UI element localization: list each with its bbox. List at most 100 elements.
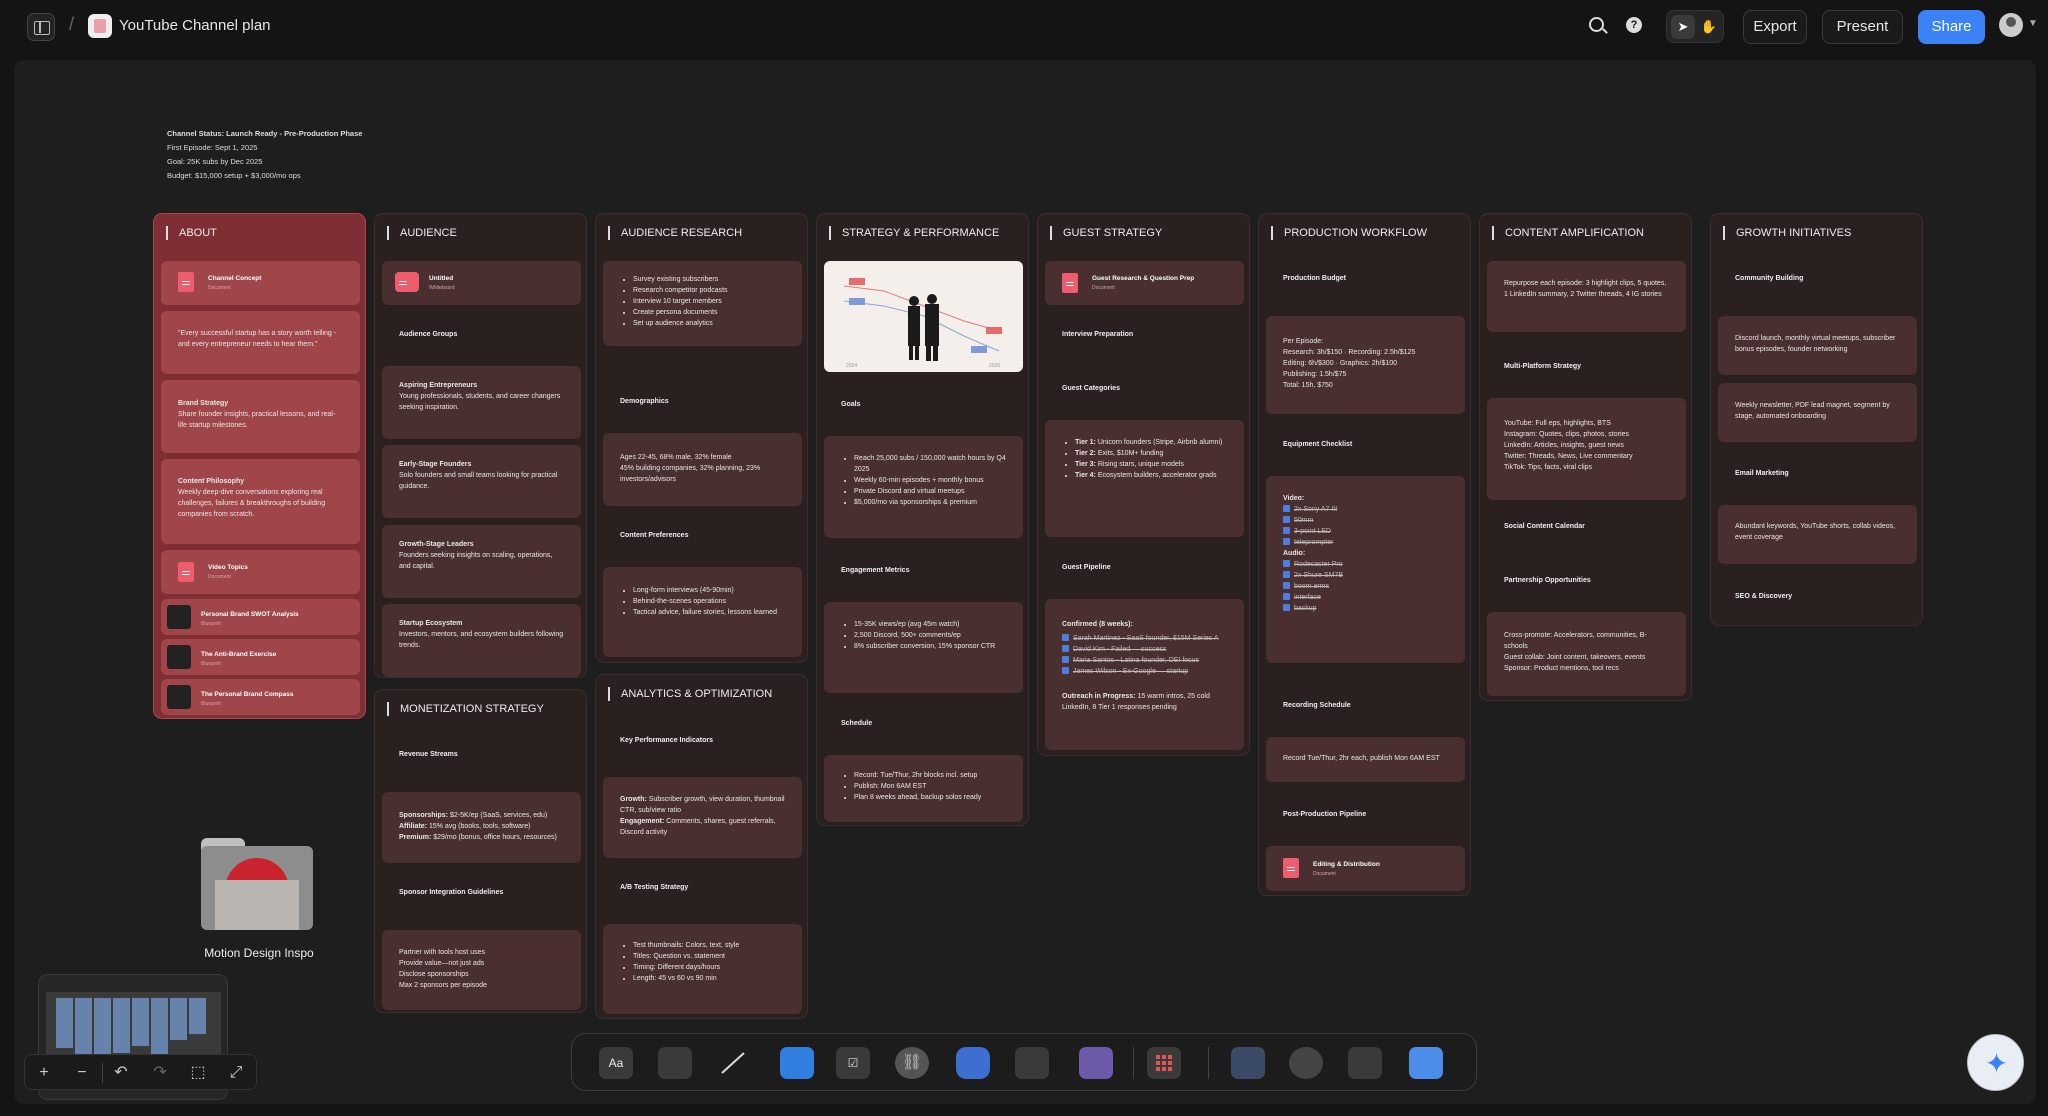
audience-group-card[interactable]: Startup Ecosystem Investors, mentors, an… <box>382 604 581 677</box>
section-heading[interactable]: Partnership Opportunities <box>1504 577 1591 584</box>
column-monetization[interactable]: MONETIZATION STRATEGY Revenue Streams Sp… <box>374 689 587 1013</box>
checkbox-checked[interactable] <box>1283 538 1290 545</box>
share-button[interactable]: Share <box>1918 10 1985 44</box>
redo-icon[interactable]: ↷ <box>150 1063 170 1083</box>
section-heading[interactable]: Content Preferences <box>620 532 688 539</box>
section-heading[interactable]: Guest Pipeline <box>1062 564 1111 571</box>
newsletter-card[interactable]: Weekly newsletter, PDF lead magnet, segm… <box>1718 383 1917 442</box>
section-heading[interactable]: Equipment Checklist <box>1283 441 1352 448</box>
column-strategy[interactable]: STRATEGY & PERFORMANCE 2024 2025 Goals R… <box>816 213 1029 826</box>
whiteboard-canvas[interactable]: Channel Status: Launch Ready - Pre-Produ… <box>14 60 2036 1104</box>
document-title[interactable]: YouTube Channel plan <box>119 17 271 34</box>
checkbox-checked[interactable] <box>1283 560 1290 567</box>
blueprint-card[interactable]: The Personal Brand Compass Blueprint <box>161 679 360 715</box>
column-guest-strategy[interactable]: GUEST STRATEGY Guest Research & Question… <box>1037 213 1250 756</box>
checkbox-checked[interactable] <box>1062 634 1069 641</box>
checklist-item[interactable]: Rodecaster Pro <box>1283 559 1448 570</box>
checklist-item[interactable]: teleprompter <box>1283 537 1448 548</box>
plus-icon[interactable]: + <box>34 1063 54 1083</box>
search-icon[interactable] <box>1589 17 1604 32</box>
email-card[interactable]: Abundant keywords, YouTube shorts, colla… <box>1718 505 1917 564</box>
section-heading[interactable]: Engagement Metrics <box>841 567 909 574</box>
column-production[interactable]: PRODUCTION WORKFLOW Production Budget Pe… <box>1258 213 1471 896</box>
checkbox-checked[interactable] <box>1062 656 1069 663</box>
file-tool-icon[interactable] <box>1348 1047 1382 1079</box>
minus-icon[interactable]: − <box>72 1063 92 1083</box>
section-heading[interactable]: A/B Testing Strategy <box>620 884 688 891</box>
folder-motion-design[interactable] <box>201 838 313 930</box>
section-heading[interactable]: Community Building <box>1735 275 1803 282</box>
partnerships-card[interactable]: Cross-promote: Accelerators, communities… <box>1487 612 1686 696</box>
section-heading[interactable]: Guest Categories <box>1062 385 1120 392</box>
checkbox-checked[interactable] <box>1283 527 1290 534</box>
line-tool-icon[interactable] <box>716 1047 750 1079</box>
ab-testing-card[interactable]: Test thumbnails: Colors, text, style Tit… <box>603 924 802 1014</box>
checkbox-checked[interactable] <box>1062 667 1069 674</box>
checklist-item[interactable]: 50mm <box>1283 515 1448 526</box>
equipment-checklist-card[interactable]: Video: 2x Sony A7 III 50mm 3-point LED t… <box>1266 476 1465 663</box>
checklist-item[interactable]: backup <box>1283 603 1448 614</box>
audience-group-card[interactable]: Aspiring Entrepreneurs Young professiona… <box>382 366 581 439</box>
repurpose-card[interactable]: Repurpose each episode: 3 highlight clip… <box>1487 261 1686 332</box>
shape-tool-icon[interactable] <box>1409 1047 1443 1079</box>
column-about[interactable]: ABOUT Channel Concept Document "Every su… <box>153 213 366 719</box>
doc-card-channel-concept[interactable]: Channel Concept Document <box>161 261 360 305</box>
checklist-item[interactable]: David Kim - Failed → success <box>1062 644 1227 655</box>
checklist-item[interactable]: 2x Shure SM7B <box>1283 570 1448 581</box>
section-heading[interactable]: Goals <box>841 401 860 408</box>
checkbox-checked[interactable] <box>1283 571 1290 578</box>
text-tool-icon[interactable]: Aa <box>599 1047 633 1079</box>
guest-pipeline-card[interactable]: Confirmed (8 weeks): Sarah Martinez - Sa… <box>1045 599 1244 750</box>
help-icon[interactable]: ? <box>1626 17 1642 33</box>
section-heading[interactable]: Interview Preparation <box>1062 331 1133 338</box>
image-tool-icon[interactable] <box>1079 1047 1113 1079</box>
budget-card[interactable]: Per Episode: Research: 3h/$150 · Recordi… <box>1266 316 1465 414</box>
content-philosophy-card[interactable]: Content Philosophy Weekly deep-dive conv… <box>161 459 360 544</box>
section-heading[interactable]: Multi-Platform Strategy <box>1504 363 1581 370</box>
revenue-card[interactable]: Sponsorships: $2-5K/ep (SaaS, services, … <box>382 792 581 863</box>
audience-group-card[interactable]: Growth-Stage Leaders Founders seeking in… <box>382 525 581 598</box>
doc-card-editing[interactable]: Editing & Distribution Document <box>1266 846 1465 891</box>
link-tool-icon[interactable]: ⛓ <box>895 1047 929 1079</box>
table-tool-icon[interactable] <box>1015 1047 1049 1079</box>
checklist-item[interactable]: James Wilson - Ex-Google → startup <box>1062 666 1227 677</box>
undo-icon[interactable]: ↶ <box>111 1063 131 1083</box>
blueprint-card[interactable]: The Anti-Brand Exercise Blueprint <box>161 639 360 675</box>
checkbox-checked[interactable] <box>1283 582 1290 589</box>
section-heading[interactable]: Recording Schedule <box>1283 702 1351 709</box>
checkbox-checked[interactable] <box>1283 604 1290 611</box>
column-amplification[interactable]: CONTENT AMPLIFICATION Repurpose each epi… <box>1479 213 1692 701</box>
fullscreen-icon[interactable]: ⤢ <box>226 1063 246 1083</box>
template-tool-icon[interactable] <box>1231 1047 1265 1079</box>
comment-tool-icon[interactable] <box>956 1047 990 1079</box>
avatar[interactable] <box>1999 13 2023 37</box>
whiteboard-card[interactable]: Untitled Whiteboard <box>382 261 581 305</box>
checklist-tool-icon[interactable]: ☑ <box>836 1047 870 1079</box>
demographics-card[interactable]: Ages 22-45, 68% male, 32% female 45% bui… <box>603 433 802 506</box>
folder-label[interactable]: Motion Design Inspo <box>194 946 324 960</box>
chevron-down-icon[interactable]: ▼ <box>2028 18 2038 29</box>
section-heading[interactable]: Key Performance Indicators <box>620 737 713 744</box>
channel-status-note[interactable]: Channel Status: Launch Ready - Pre-Produ… <box>167 127 362 183</box>
checkbox-checked[interactable] <box>1283 593 1290 600</box>
checklist-item[interactable]: Sarah Martinez - SaaS founder, $15M Seri… <box>1062 633 1227 644</box>
column-analytics[interactable]: ANALYTICS & OPTIMIZATION Key Performance… <box>595 674 808 1019</box>
section-heading[interactable]: Revenue Streams <box>399 751 458 758</box>
pen-tool-icon[interactable] <box>1289 1047 1323 1079</box>
recording-schedule-card[interactable]: Record Tue/Thur, 2hr each, publish Mon 6… <box>1266 737 1465 782</box>
section-heading[interactable]: Sponsor Integration Guidelines <box>399 889 503 896</box>
section-heading[interactable]: Demographics <box>620 398 669 405</box>
checklist-item[interactable]: Maria Santos - Latina founder, DEI focus <box>1062 655 1227 666</box>
community-card[interactable]: Discord launch, monthly virtual meetups,… <box>1718 316 1917 375</box>
blueprint-card[interactable]: Personal Brand SWOT Analysis Blueprint <box>161 599 360 635</box>
section-heading[interactable]: SEO & Discovery <box>1735 593 1792 600</box>
pointer-icon[interactable]: ➤ <box>1671 15 1695 39</box>
fit-icon[interactable]: ⬚ <box>188 1063 208 1083</box>
preferences-card[interactable]: Long-form interviews (45-90min) Behind-t… <box>603 567 802 657</box>
note-tool-icon[interactable] <box>658 1047 692 1079</box>
checkbox-checked[interactable] <box>1283 505 1290 512</box>
column-growth[interactable]: GROWTH INITIATIVES Community Building Di… <box>1710 213 1923 626</box>
guidelines-card[interactable]: Partner with tools host uses Provide val… <box>382 930 581 1010</box>
column-audience[interactable]: AUDIENCE Untitled Whiteboard Audience Gr… <box>374 213 587 678</box>
hand-icon[interactable]: ✋ <box>1697 15 1721 39</box>
